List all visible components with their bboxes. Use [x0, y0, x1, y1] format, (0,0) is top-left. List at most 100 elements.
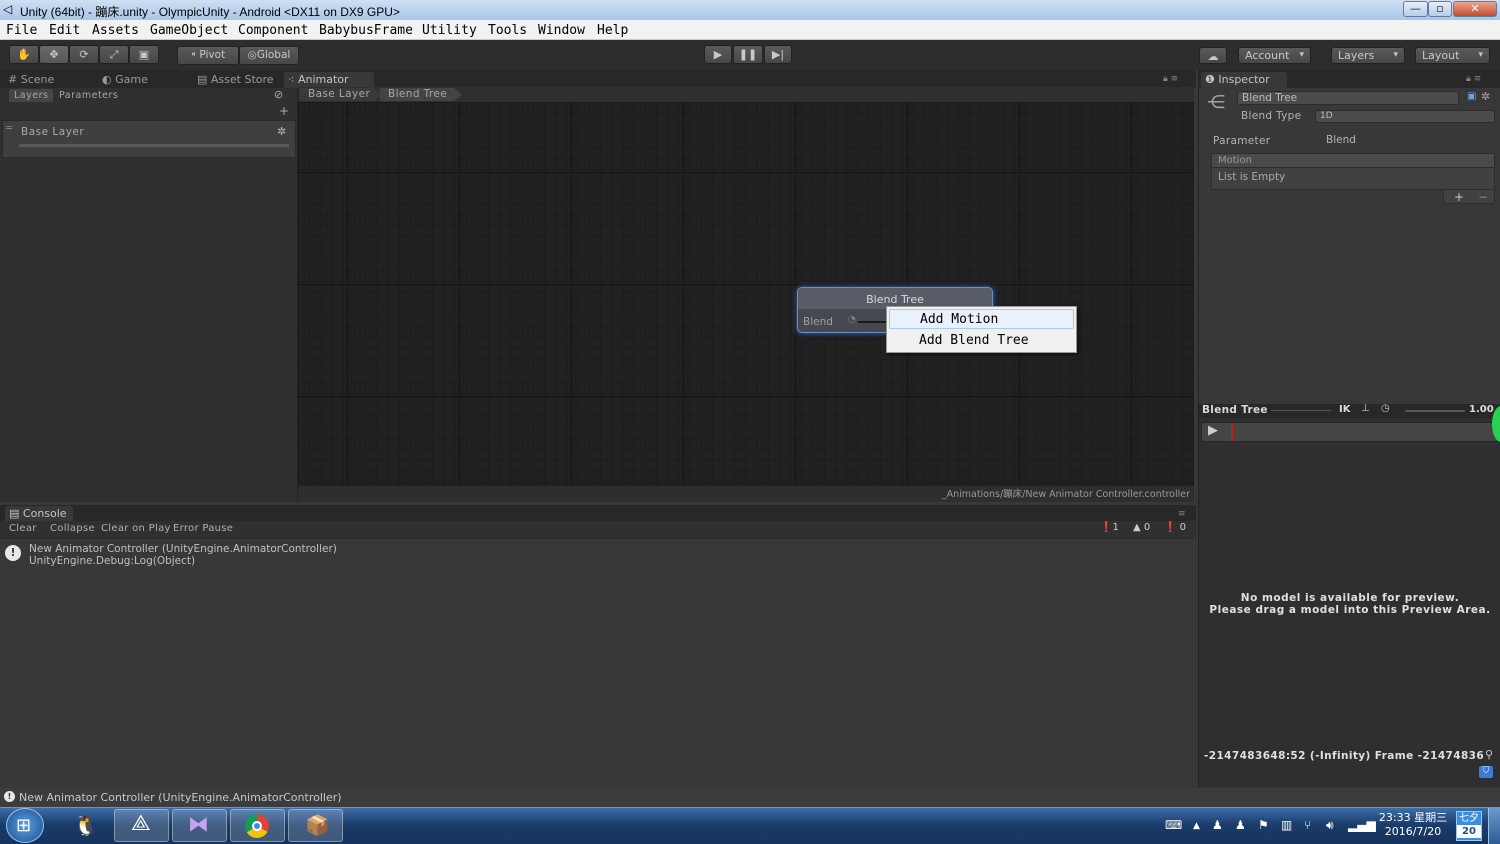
unity-logo-icon: ◁	[3, 2, 13, 16]
console-menu-icon[interactable]: ≡	[1178, 509, 1186, 519]
scale-tool-button[interactable]: ⤢	[99, 45, 129, 64]
add-motion-button[interactable]: +	[1454, 190, 1464, 204]
close-button[interactable]: ✕	[1453, 1, 1497, 17]
action-center-flag-icon[interactable]: ⚑	[1258, 818, 1269, 832]
add-layer-button[interactable]: +	[279, 104, 289, 118]
pivot-toggle[interactable]: ⁌ Pivot	[177, 46, 239, 65]
info-count-toggle[interactable]: ❗1	[1100, 522, 1119, 533]
rect-tool-button[interactable]: ▣	[129, 45, 159, 64]
component-gear-icon[interactable]: ✲	[1481, 90, 1490, 103]
parameter-dropdown[interactable]: Blend	[1323, 134, 1497, 148]
breadcrumb-base-layer[interactable]: Base Layer	[300, 88, 382, 101]
volume-icon[interactable]: 🔊︎	[1326, 818, 1334, 833]
tab-asset-store[interactable]: ▤ Asset Store	[193, 72, 283, 88]
keyboard-icon[interactable]: ⌨	[1165, 818, 1182, 832]
menu-component[interactable]: Component	[238, 23, 308, 38]
slider-knob-icon[interactable]: ◔	[848, 315, 856, 325]
show-desktop-button[interactable]	[1488, 808, 1500, 844]
minimize-button[interactable]: —	[1403, 1, 1428, 17]
menu-babybusframe[interactable]: BabybusFrame	[319, 23, 413, 38]
step-button[interactable]: ▶|	[764, 45, 792, 64]
tab-scene[interactable]: # Scene	[4, 72, 94, 88]
account-dropdown[interactable]: Account	[1238, 47, 1311, 64]
remove-motion-button[interactable]: −	[1478, 190, 1488, 204]
cloud-button[interactable]: ☁	[1199, 47, 1227, 64]
parameters-subtab[interactable]: Parameters	[54, 89, 123, 102]
layers-dropdown[interactable]: Layers	[1331, 47, 1405, 64]
tab-animator[interactable]: ⁖ Animator	[284, 72, 374, 88]
preview-play-icon[interactable]: ▶	[1208, 423, 1218, 438]
menu-file[interactable]: File	[6, 23, 37, 38]
menu-tools[interactable]: Tools	[488, 23, 527, 38]
tab-console[interactable]: ▤ Console	[5, 506, 73, 522]
inspector-lock-icon[interactable]: 🔒︎ ≡	[1466, 74, 1481, 84]
rotate-tool-button[interactable]: ⟳	[69, 45, 99, 64]
drag-handle-icon[interactable]: ═	[6, 123, 12, 134]
help-book-icon[interactable]: ▣	[1467, 91, 1476, 102]
calendar-widget[interactable]: 七夕 20	[1456, 811, 1482, 841]
menu-utility[interactable]: Utility	[422, 23, 477, 38]
menu-window[interactable]: Window	[538, 23, 585, 38]
status-message[interactable]: New Animator Controller (UnityEngine.Ani…	[19, 791, 342, 804]
taskbar-visual-studio[interactable]: ⧓	[172, 809, 227, 842]
blend-type-dropdown[interactable]: 1D	[1315, 110, 1495, 123]
console-collapse-button[interactable]: Collapse	[50, 523, 95, 534]
error-count-toggle[interactable]: ❗ 0	[1164, 522, 1186, 533]
maximize-button[interactable]: ▫	[1428, 1, 1452, 17]
start-button[interactable]: ⊞	[6, 808, 44, 843]
preview-avatar-icon[interactable]: ⚲	[1485, 748, 1493, 761]
preview-header-divider	[1271, 410, 1331, 411]
taskbar-unity[interactable]: ⟁	[114, 809, 169, 842]
speed-slider[interactable]	[1405, 410, 1465, 412]
blend-tree-icon: ⋲	[1207, 92, 1225, 113]
warning-icon: ▲	[1133, 522, 1141, 533]
taskbar-qq[interactable]: 🐧	[56, 809, 111, 842]
tray-qq2-icon[interactable]: ♟	[1235, 818, 1246, 832]
tray-qq-icon[interactable]: ♟	[1212, 818, 1223, 832]
breadcrumb-blend-tree[interactable]: Blend Tree	[380, 88, 462, 101]
menu-gameobject[interactable]: GameObject	[150, 23, 228, 38]
blend-tree-name-field[interactable]: Blend Tree	[1237, 91, 1459, 105]
add-motion-menu-item[interactable]: Add Motion	[889, 309, 1074, 329]
add-blend-tree-menu-item[interactable]: Add Blend Tree	[889, 331, 1074, 351]
system-clock[interactable]: 23:33 星期三 2016/7/20	[1372, 811, 1454, 839]
tab-inspector[interactable]: ❶ Inspector	[1201, 72, 1287, 88]
qq-penguin-icon: 🐧	[73, 813, 98, 837]
inspector-panel: ⋲ Blend Tree ▣ ✲ Blend Type 1D Parameter…	[1198, 88, 1500, 404]
console-tab-strip	[0, 505, 1196, 521]
base-layer-item[interactable]: ═ Base Layer ✲	[2, 120, 296, 158]
animator-graph[interactable]	[298, 102, 1194, 486]
preview-timeline[interactable]: ▶	[1201, 422, 1499, 442]
console-log-entry[interactable]: ! New Animator Controller (UnityEngine.A…	[0, 541, 1194, 571]
gear-icon[interactable]: ✲	[277, 125, 286, 138]
tray-usb-icon[interactable]: ▥	[1281, 818, 1292, 832]
preview-area[interactable]: Blend Tree IK ⊥ ◷ 1.00 ▶ No model is ava…	[1198, 403, 1500, 787]
global-toggle[interactable]: ◎Global	[239, 46, 299, 65]
console-clear-on-play-button[interactable]: Clear on Play	[101, 523, 171, 534]
layout-dropdown[interactable]: Layout	[1415, 47, 1490, 64]
eye-icon[interactable]: ⊘	[274, 88, 283, 101]
tab-game[interactable]: ◐ Game	[98, 72, 188, 88]
lock-icon[interactable]: 🔒︎ ≡	[1163, 74, 1178, 84]
layers-subtab[interactable]: Layers	[9, 89, 54, 102]
play-button[interactable]: ▶	[704, 45, 732, 64]
pause-button[interactable]: ❚❚	[733, 45, 763, 64]
menu-assets[interactable]: Assets	[92, 23, 139, 38]
unity-icon: ⟁	[131, 811, 151, 836]
console-error-pause-button[interactable]: Error Pause	[173, 523, 233, 534]
taskbar-chrome[interactable]	[230, 809, 285, 842]
timeline-playhead[interactable]	[1231, 423, 1233, 441]
tray-sync-icon[interactable]: ⑂	[1304, 818, 1311, 832]
warning-count-toggle[interactable]: ▲ 0	[1133, 522, 1150, 533]
taskbar-app[interactable]: 📦	[288, 809, 343, 842]
hand-tool-button[interactable]: ✋	[9, 45, 39, 64]
menu-edit[interactable]: Edit	[49, 23, 80, 38]
ik-toggle[interactable]: IK	[1339, 404, 1350, 415]
tray-expand-icon[interactable]: ▲	[1193, 821, 1200, 831]
motion-list-body: List is Empty	[1211, 168, 1495, 190]
asset-label-icon[interactable]: ⛉	[1479, 766, 1493, 778]
menu-help[interactable]: Help	[597, 23, 628, 38]
move-tool-button[interactable]: ✥	[39, 45, 69, 64]
pivot-display-icon[interactable]: ⊥	[1361, 403, 1370, 414]
console-clear-button[interactable]: Clear	[9, 523, 37, 534]
